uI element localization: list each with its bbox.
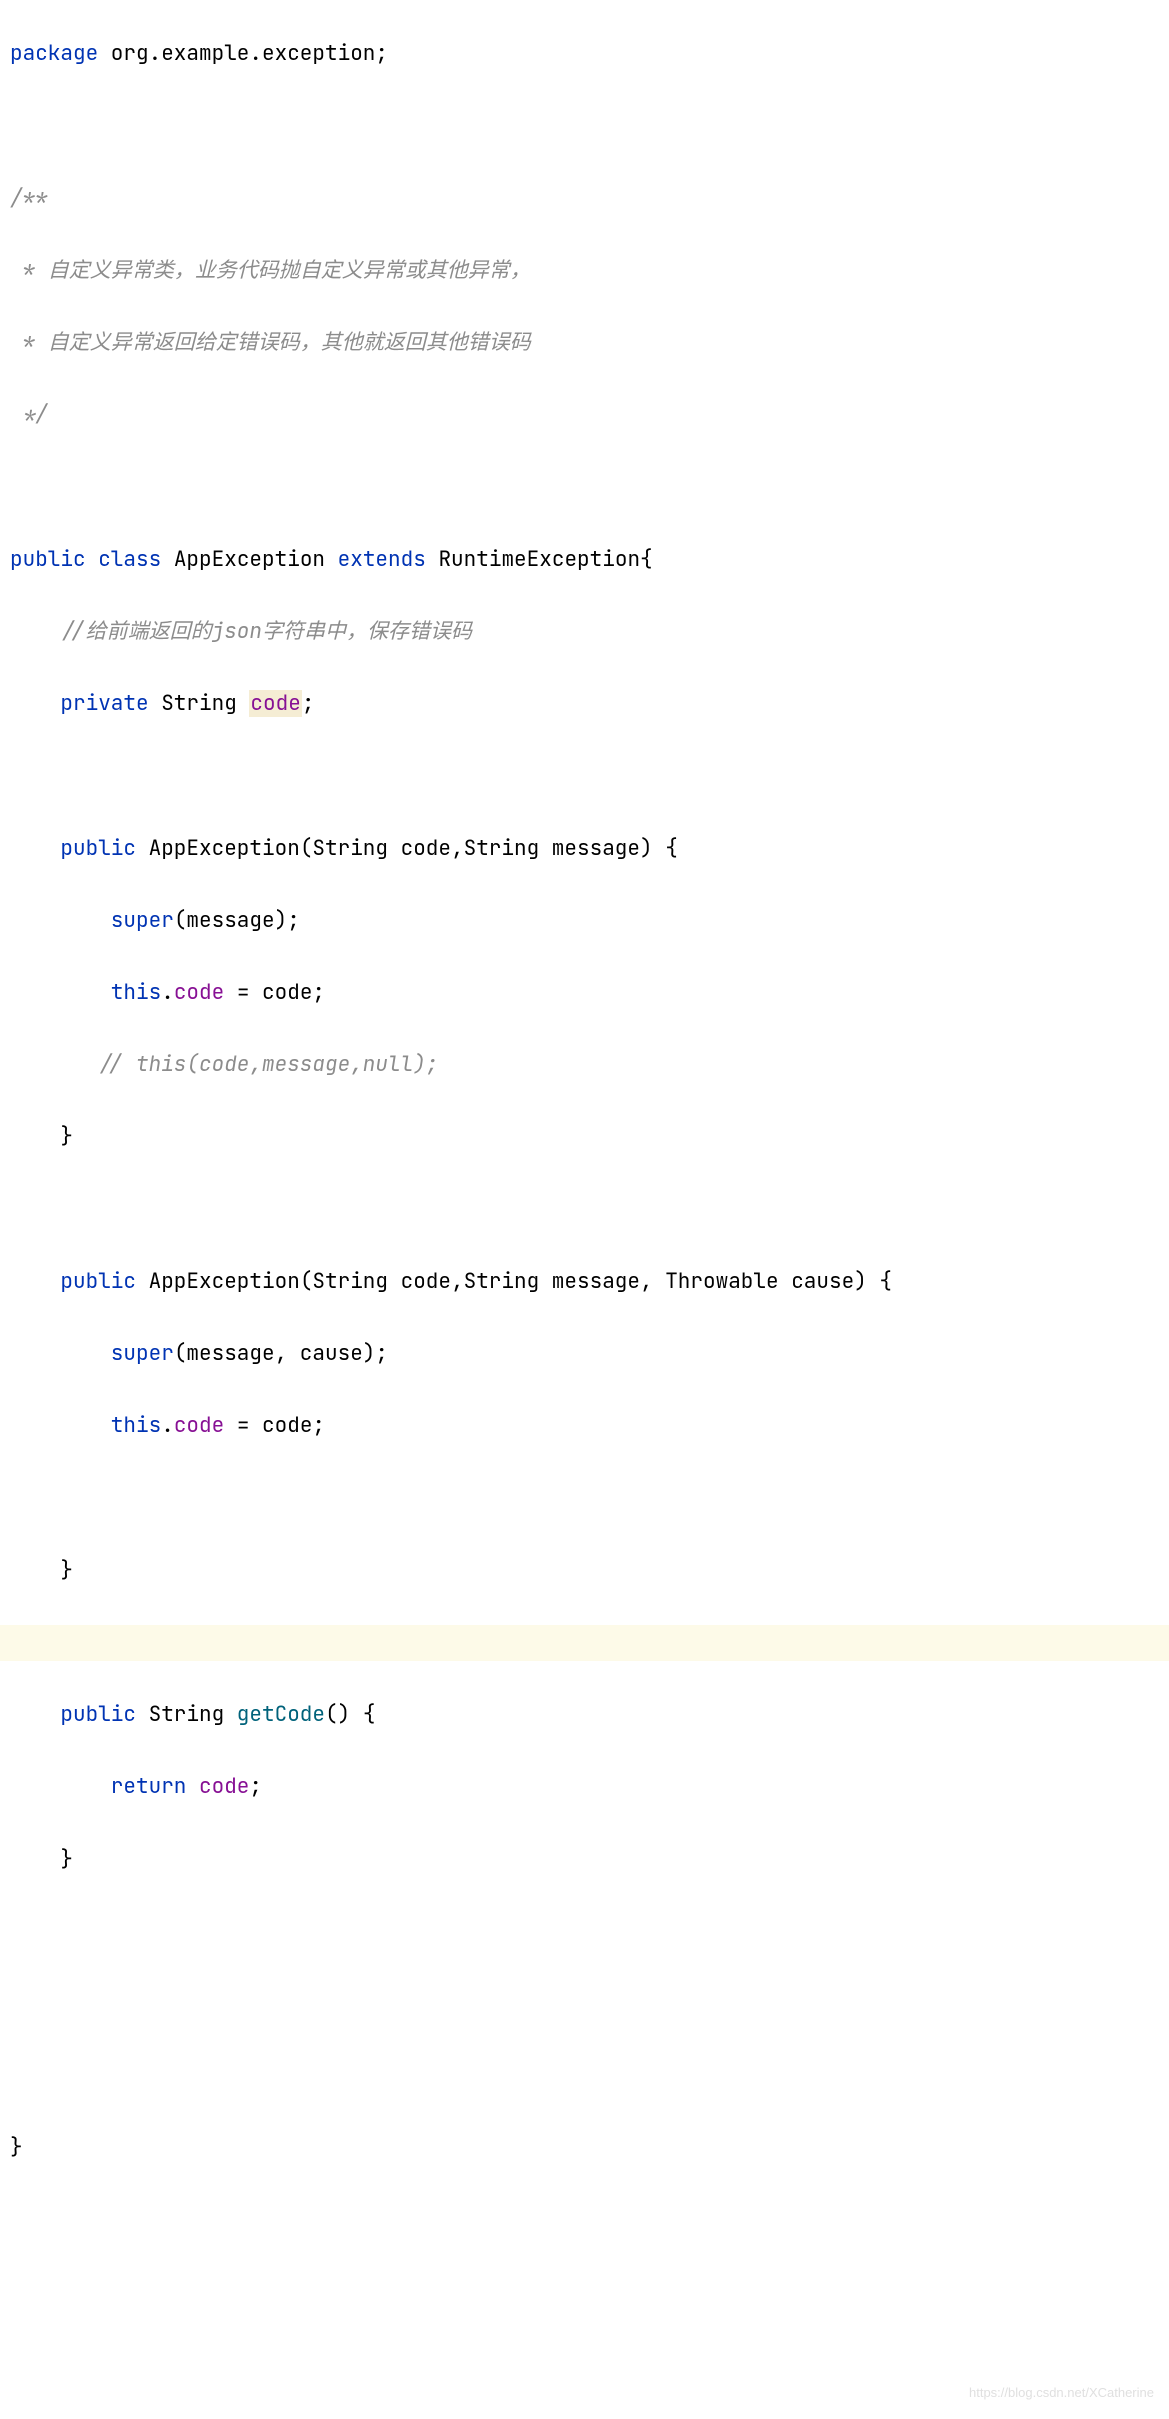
code-line: private String code;: [0, 686, 1169, 722]
code-line: // this(code,message,null);: [0, 1047, 1169, 1083]
code-line: return code;: [0, 1769, 1169, 1805]
close-brace: }: [10, 1557, 73, 1584]
constructor-name: AppException: [136, 835, 300, 862]
code-line: }: [0, 1842, 1169, 1878]
code-line: this.code = code;: [0, 975, 1169, 1011]
code-line: //给前端返回的json字符串中，保存错误码: [0, 614, 1169, 650]
keyword-super: super: [10, 1340, 174, 1367]
params: () {: [325, 1701, 375, 1728]
constructor-name: AppException: [136, 1268, 300, 1295]
javadoc-line: * 自定义异常返回给定错误码，其他就返回其他错误码: [10, 329, 531, 356]
code-line: [0, 1914, 1169, 1950]
semicolon: ;: [302, 690, 315, 717]
commented-code: // this(code,message,null);: [10, 1051, 438, 1078]
code-line: * 自定义异常返回给定错误码，其他就返回其他错误码: [0, 325, 1169, 361]
close-brace: }: [10, 1846, 73, 1873]
package-path: org.example.exception;: [98, 40, 388, 67]
keyword-public: public: [10, 1701, 136, 1728]
parent-class: RuntimeException{: [426, 546, 653, 573]
close-brace: }: [10, 2134, 23, 2161]
dot: .: [161, 1412, 174, 1439]
super-args: (message, cause);: [174, 1340, 388, 1367]
code-line: [0, 2347, 1169, 2383]
code-line: [0, 1480, 1169, 1516]
keyword-public: public: [10, 546, 86, 573]
code-line: [0, 469, 1169, 505]
code-line: /**: [0, 181, 1169, 217]
keyword-private: private: [10, 690, 149, 717]
keyword-public: public: [10, 835, 136, 862]
code-editor[interactable]: package org.example.exception; /** * 自定义…: [0, 0, 1169, 2419]
field-ref: code: [174, 1412, 224, 1439]
keyword-super: super: [10, 907, 174, 934]
code-line: [0, 2058, 1169, 2094]
class-name: AppException: [161, 546, 325, 573]
code-line: * 自定义异常类，业务代码抛自定义异常或其他异常，: [0, 253, 1169, 289]
keyword-package: package: [10, 40, 98, 67]
params: (String code,String message) {: [300, 835, 678, 862]
line-comment: //给前端返回的json字符串中，保存错误码: [10, 618, 472, 645]
dot: .: [161, 979, 174, 1006]
keyword-this: this: [10, 979, 161, 1006]
code-line: [0, 2203, 1169, 2239]
code-line: this.code = code;: [0, 1408, 1169, 1444]
return-type: String: [136, 1701, 224, 1728]
code-line: [0, 1192, 1169, 1228]
code-line: public String getCode() {: [0, 1697, 1169, 1733]
code-line: [0, 1986, 1169, 2022]
method-name: getCode: [224, 1701, 325, 1728]
field-ref: code: [174, 979, 224, 1006]
code-line: super(message);: [0, 903, 1169, 939]
code-line: }: [0, 2130, 1169, 2166]
assignment: = code;: [224, 1412, 325, 1439]
keyword-return: return: [10, 1773, 186, 1800]
assignment: = code;: [224, 979, 325, 1006]
watermark-text: https://blog.csdn.net/XCatherine: [969, 2382, 1154, 2404]
params: (String code,String message, Throwable c…: [300, 1268, 892, 1295]
code-line: */: [0, 397, 1169, 433]
code-line: package org.example.exception;: [0, 36, 1169, 72]
keyword-class: class: [86, 546, 162, 573]
code-line-current: [0, 1625, 1169, 1661]
code-line: [0, 2275, 1169, 2311]
code-line: [0, 108, 1169, 144]
javadoc-end: */: [10, 401, 48, 428]
type-string: String: [149, 690, 237, 717]
code-line: public class AppException extends Runtim…: [0, 542, 1169, 578]
super-args: (message);: [174, 907, 300, 934]
code-line: public AppException(String code,String m…: [0, 1264, 1169, 1300]
keyword-public: public: [10, 1268, 136, 1295]
code-line: public AppException(String code,String m…: [0, 831, 1169, 867]
keyword-this: this: [10, 1412, 161, 1439]
code-line: }: [0, 1553, 1169, 1589]
keyword-extends: extends: [325, 546, 426, 573]
javadoc-start: /**: [10, 185, 48, 212]
code-line: [0, 758, 1169, 794]
field-code: code: [249, 690, 301, 717]
semicolon: ;: [249, 1773, 262, 1800]
field-ref: code: [186, 1773, 249, 1800]
code-line: super(message, cause);: [0, 1336, 1169, 1372]
code-line: }: [0, 1119, 1169, 1155]
close-brace: }: [10, 1123, 73, 1150]
javadoc-line: * 自定义异常类，业务代码抛自定义异常或其他异常，: [10, 257, 531, 284]
